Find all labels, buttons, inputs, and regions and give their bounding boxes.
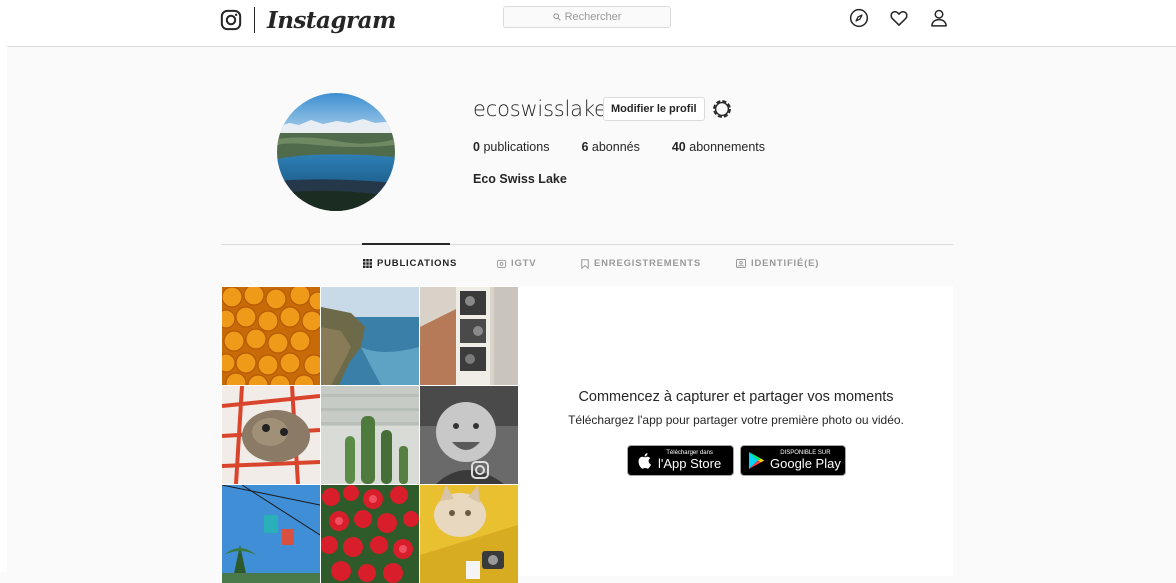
profile-tabs: PUBLICATIONS IGTV ENREGISTREMENTS IDENTI… xyxy=(0,258,1176,276)
tagged-user-icon xyxy=(736,259,746,268)
followers-count: 6 xyxy=(581,140,589,154)
tab-label: IGTV xyxy=(511,258,537,269)
tabs-divider xyxy=(221,244,953,245)
sample-photo-oranges xyxy=(222,287,320,385)
igtv-icon xyxy=(497,259,506,268)
tab-label: ENREGISTREMENTS xyxy=(594,258,702,269)
tab-saved[interactable]: ENREGISTREMENTS xyxy=(581,258,701,269)
top-navigation-bar: Instagram Rechercher xyxy=(0,0,1176,47)
tab-publications[interactable]: PUBLICATIONS xyxy=(363,258,457,269)
profile-username: ecoswisslake xyxy=(473,97,607,121)
app-store-button[interactable]: Télécharger dans l'App Store xyxy=(627,445,734,476)
search-icon xyxy=(552,13,561,21)
sample-photo-cat xyxy=(420,485,518,583)
google-play-logo-icon xyxy=(748,451,765,470)
sample-photo-photobooth xyxy=(420,287,518,385)
google-play-button[interactable]: DISPONIBLE SUR Google Play xyxy=(740,445,846,476)
settings-gear-icon[interactable] xyxy=(710,97,734,121)
posts-count: 0 xyxy=(473,140,480,154)
instagram-wordmark: Instagram xyxy=(267,6,396,34)
tab-label: PUBLICATIONS xyxy=(377,258,458,269)
promo-title: Commencez à capturer et partager vos mom… xyxy=(578,389,894,405)
explore-compass-icon[interactable] xyxy=(848,7,870,29)
tab-tagged[interactable]: IDENTIFIÉ(E) xyxy=(736,258,819,269)
apple-logo-icon xyxy=(637,451,653,470)
active-tab-indicator xyxy=(362,243,450,245)
sample-photo-flowers xyxy=(321,485,419,583)
sample-photo-gondola xyxy=(222,485,320,583)
tab-label: IDENTIFIÉ(E) xyxy=(751,258,820,269)
tab-igtv[interactable]: IGTV xyxy=(497,258,536,269)
promo-subtitle: Téléchargez l'app pour partager votre pr… xyxy=(568,413,904,427)
app-store-big-text: l'App Store xyxy=(658,456,722,471)
logo-divider xyxy=(254,7,255,33)
sample-photo-coast xyxy=(321,287,419,385)
brand-logo[interactable]: Instagram xyxy=(220,6,396,34)
posts-stat: 0 publications xyxy=(473,140,549,154)
following-stat[interactable]: 40 abonnements xyxy=(672,140,765,154)
search-input[interactable]: Rechercher xyxy=(503,6,671,28)
app-store-text: Télécharger dans l'App Store xyxy=(658,450,721,471)
bookmark-icon xyxy=(581,258,589,269)
posts-label: publications xyxy=(483,140,550,154)
following-label: abonnements xyxy=(689,140,766,154)
profile-full-name: Eco Swiss Lake xyxy=(473,172,567,186)
edit-profile-button[interactable]: Modifier le profil xyxy=(603,97,705,121)
google-play-big-text: Google Play xyxy=(770,456,841,471)
nav-icons xyxy=(848,7,950,29)
google-play-text: DISPONIBLE SUR Google Play xyxy=(770,450,841,471)
profile-stats: 0 publications 6 abonnés 40 abonnements xyxy=(473,140,797,154)
profile-avatar[interactable] xyxy=(277,93,395,211)
followers-stat[interactable]: 6 abonnés xyxy=(581,140,639,154)
sample-photo-cactus xyxy=(321,386,419,484)
followers-label: abonnés xyxy=(591,140,640,154)
sample-photo-dog xyxy=(222,386,320,484)
search-placeholder: Rechercher xyxy=(564,11,622,23)
grid-icon xyxy=(363,259,372,268)
profile-user-icon[interactable] xyxy=(928,7,950,29)
instagram-camera-icon xyxy=(220,9,242,31)
empty-state-promo: Commencez à capturer et partager vos mom… xyxy=(519,286,953,576)
left-edge-strip xyxy=(0,0,7,572)
activity-heart-icon[interactable] xyxy=(888,7,910,29)
following-count: 40 xyxy=(671,140,686,154)
sample-photo-baby xyxy=(420,386,518,484)
